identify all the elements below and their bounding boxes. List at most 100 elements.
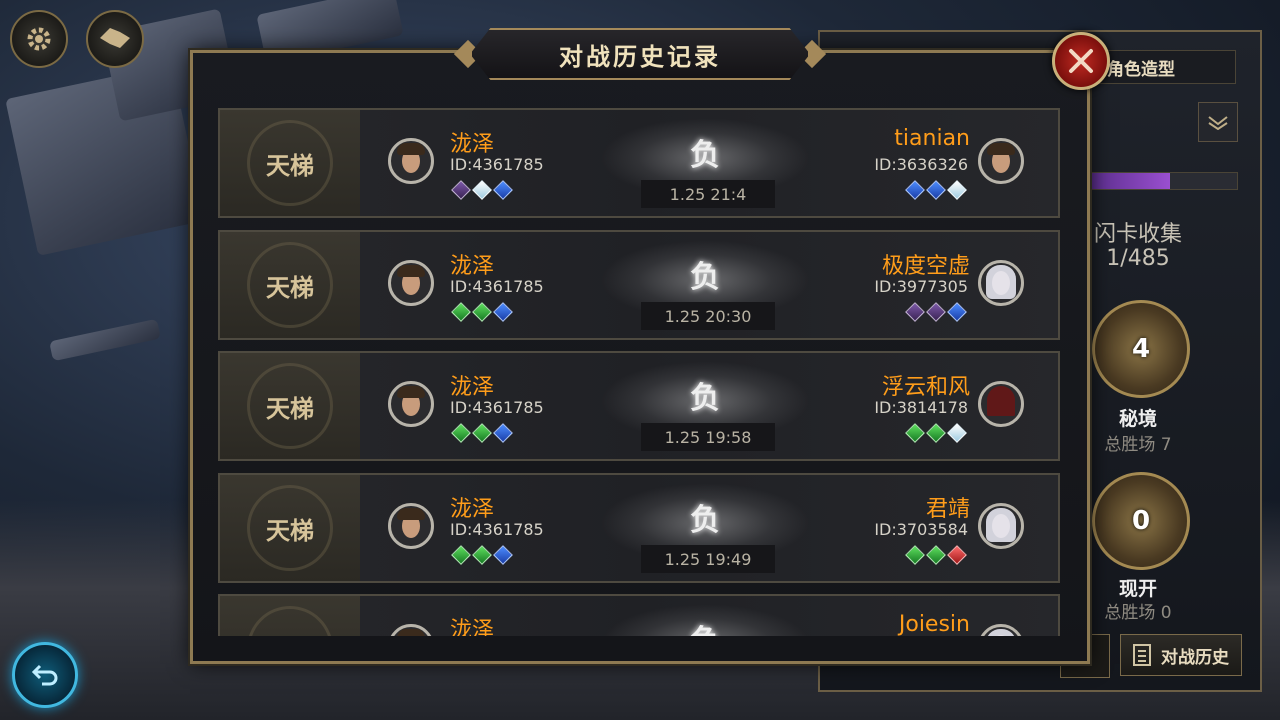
handshake-button[interactable]: [86, 10, 144, 68]
close-button[interactable]: [1052, 32, 1110, 90]
gem-icon: [926, 302, 946, 322]
gem-icon: [493, 302, 513, 322]
player-id: ID:4361785: [450, 398, 544, 417]
match-result: 负: [690, 138, 720, 173]
gem-icon: [451, 423, 471, 443]
player-gems: [451, 180, 513, 200]
player-gems: [451, 423, 513, 443]
gem-icon: [493, 545, 513, 565]
opponent-name: Joiesin: [898, 612, 970, 636]
opponent-name: tianian: [894, 126, 970, 151]
opponent-avatar[interactable]: [978, 381, 1024, 427]
close-icon: [1069, 49, 1093, 73]
player-name: 泷泽: [450, 254, 495, 279]
player-id: ID:4361785: [450, 155, 544, 174]
mode-medal-secret[interactable]: 4: [1092, 300, 1190, 398]
tab-character-skin[interactable]: 角色造型: [1088, 50, 1236, 84]
chevron-down-icon: [1208, 116, 1228, 130]
background-rock: [49, 318, 161, 362]
mode-medal-sealed[interactable]: 0: [1092, 472, 1190, 570]
gem-icon: [472, 423, 492, 443]
battle-history-button[interactable]: 对战历史: [1120, 634, 1242, 676]
player-name: 泷泽: [450, 132, 495, 157]
match-mode-badge: 天梯: [220, 232, 360, 338]
opponent-avatar[interactable]: [978, 503, 1024, 549]
progress-bar: [1088, 172, 1238, 190]
opponent-id: ID:3977305: [874, 277, 968, 296]
opponent-gems: [905, 180, 967, 200]
gem-icon: [926, 423, 946, 443]
gem-icon: [905, 423, 925, 443]
match-mode: 天梯: [266, 515, 314, 545]
settings-button[interactable]: [10, 10, 68, 68]
back-arrow-icon: [31, 664, 58, 686]
match-row[interactable]: 天梯 泷泽 ID:4361785 负 1.25 21:4 tianian ID:363632…: [218, 108, 1060, 218]
player-id: ID:4361785: [450, 277, 544, 296]
match-list[interactable]: 天梯 泷泽 ID:4361785 负 1.25 21:4 tianian ID:363632…: [213, 102, 1065, 636]
opponent-id: ID:3703584: [874, 520, 968, 539]
handshake-icon: [100, 28, 130, 48]
match-result: 负: [660, 616, 750, 636]
match-mode-badge: 天梯: [220, 110, 360, 216]
match-mode-badge: 天梯: [220, 353, 360, 459]
match-result: 负: [690, 503, 720, 538]
gem-icon: [472, 545, 492, 565]
match-time: 1.25 19:49: [641, 545, 775, 573]
battle-history-label: 对战历史: [1161, 647, 1229, 668]
player-avatar[interactable]: [388, 503, 434, 549]
player-avatar[interactable]: [388, 138, 434, 184]
opponent-name: 君靖: [925, 497, 970, 522]
gem-icon: [947, 302, 967, 322]
opponent-name: 极度空虚: [881, 254, 970, 279]
gear-icon: [27, 27, 51, 51]
medal-level: 4: [1131, 334, 1151, 364]
player-gems: [451, 545, 513, 565]
player-name: 泷泽: [450, 375, 495, 400]
medal-level: 0: [1131, 506, 1151, 536]
opponent-avatar[interactable]: [978, 624, 1024, 636]
gem-icon: [493, 180, 513, 200]
opponent-id: ID:3814178: [874, 398, 968, 417]
player-name: 泷泽: [450, 497, 495, 522]
match-mode-badge: 天梯: [220, 596, 360, 636]
tab-character-skin-label: 角色造型: [1107, 59, 1175, 80]
player-avatar[interactable]: [388, 260, 434, 306]
match-time: 1.25 20:30: [641, 302, 775, 330]
player-avatar[interactable]: [388, 624, 434, 636]
match-row[interactable]: 天梯 泷泽 ID:4361785 负 1.25 19:49 君靖 ID:3703584: [218, 473, 1060, 583]
gem-icon: [493, 423, 513, 443]
dialog-title: 对战历史记录: [559, 41, 721, 71]
match-row[interactable]: 天梯 泷泽 负 Joiesin: [218, 594, 1060, 636]
mode-name: 现开: [1118, 578, 1157, 600]
gem-icon: [472, 180, 492, 200]
gem-icon: [451, 180, 471, 200]
gem-icon: [905, 545, 925, 565]
dropdown-button[interactable]: [1198, 102, 1238, 142]
opponent-name: 浮云和风: [881, 375, 970, 400]
mode-wins: 总胜场 7: [1104, 435, 1172, 455]
gem-icon: [926, 545, 946, 565]
gem-icon: [947, 180, 967, 200]
flash-card-count: 1/485: [1106, 246, 1170, 271]
opponent-avatar[interactable]: [978, 138, 1024, 184]
back-button[interactable]: [12, 642, 78, 708]
match-mode: 天梯: [266, 272, 314, 302]
match-time: 1.25 19:58: [641, 423, 775, 451]
opponent-gems: [905, 423, 967, 443]
match-mode: 天梯: [266, 632, 314, 637]
gem-icon: [451, 302, 471, 322]
gem-icon: [905, 180, 925, 200]
match-mode: 天梯: [266, 393, 314, 423]
player-name: 泷泽: [450, 618, 495, 636]
player-avatar[interactable]: [388, 381, 434, 427]
opponent-avatar[interactable]: [978, 260, 1024, 306]
flash-card-label: 闪卡收集: [1093, 222, 1182, 247]
gem-icon: [926, 180, 946, 200]
match-row[interactable]: 天梯 泷泽 ID:4361785 负 1.25 19:58 浮云和风 ID:3814178: [218, 351, 1060, 461]
dialog-title-plate: 对战历史记录: [470, 28, 810, 80]
gem-icon: [905, 302, 925, 322]
opponent-gems: [905, 302, 967, 322]
match-row[interactable]: 天梯 泷泽 ID:4361785 负 1.25 20:30 极度空虚 ID:3977305: [218, 230, 1060, 340]
mode-name: 秘境: [1118, 408, 1157, 430]
opponent-gems: [905, 545, 967, 565]
